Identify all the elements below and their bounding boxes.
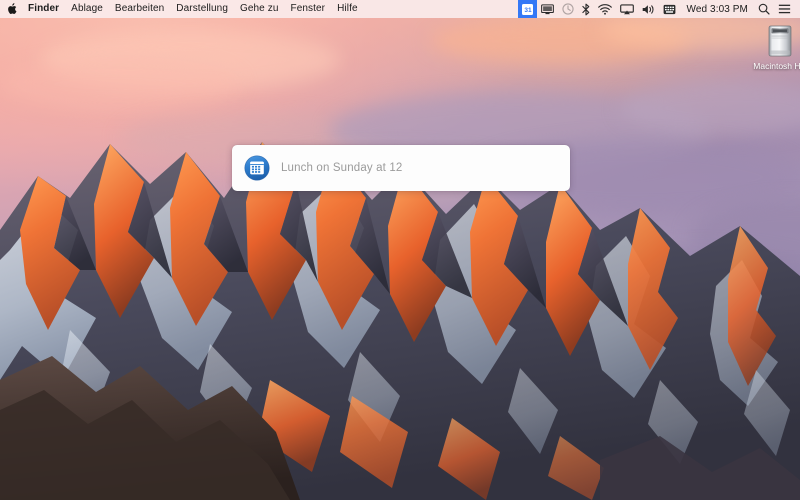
menu-bar[interactable]: Finder Ablage Bearbeiten Darstellung Geh… — [0, 0, 800, 18]
menu-item-fenster[interactable]: Fenster — [285, 1, 332, 17]
apple-logo-icon[interactable] — [5, 1, 18, 17]
desktop-icon-macintosh-hd[interactable]: Macintosh HD — [748, 24, 800, 71]
menu-item-ablage[interactable]: Ablage — [65, 1, 109, 17]
menu-bar-clock[interactable]: Wed 3:03 PM — [680, 4, 754, 15]
airplay-icon[interactable] — [616, 0, 638, 18]
time-machine-icon[interactable] — [558, 0, 578, 18]
notification-center-icon[interactable] — [774, 0, 795, 18]
spotlight-search-icon[interactable] — [754, 0, 774, 18]
wallpaper-mountains — [0, 142, 800, 500]
notification-banner[interactable]: Lunch on Sunday at 12 — [232, 145, 570, 191]
hard-drive-icon — [765, 24, 795, 58]
bluetooth-icon[interactable] — [578, 0, 594, 18]
calendar-day-label: 31 — [522, 3, 534, 15]
desktop-icon-label: Macintosh HD — [753, 61, 800, 71]
input-source-icon[interactable] — [659, 0, 680, 18]
desktop[interactable]: Finder Ablage Bearbeiten Darstellung Geh… — [0, 0, 800, 500]
menu-bar-left-group: Finder Ablage Bearbeiten Darstellung Geh… — [5, 1, 364, 17]
menu-bar-status-group: 31 Wed 3:03 PM — [518, 0, 795, 18]
notification-message: Lunch on Sunday at 12 — [281, 162, 403, 174]
calendar-icon[interactable]: 31 — [518, 0, 538, 18]
volume-icon[interactable] — [638, 0, 659, 18]
menu-item-finder[interactable]: Finder — [22, 1, 65, 17]
wifi-icon[interactable] — [594, 0, 616, 18]
display-icon[interactable] — [537, 0, 558, 18]
calendar-app-icon — [244, 155, 270, 181]
menu-item-darstellung[interactable]: Darstellung — [170, 1, 234, 17]
menu-item-bearbeiten[interactable]: Bearbeiten — [109, 1, 170, 17]
menu-item-gehe-zu[interactable]: Gehe zu — [234, 1, 285, 17]
desktop-wallpaper — [0, 0, 800, 500]
menu-item-hilfe[interactable]: Hilfe — [331, 1, 364, 17]
